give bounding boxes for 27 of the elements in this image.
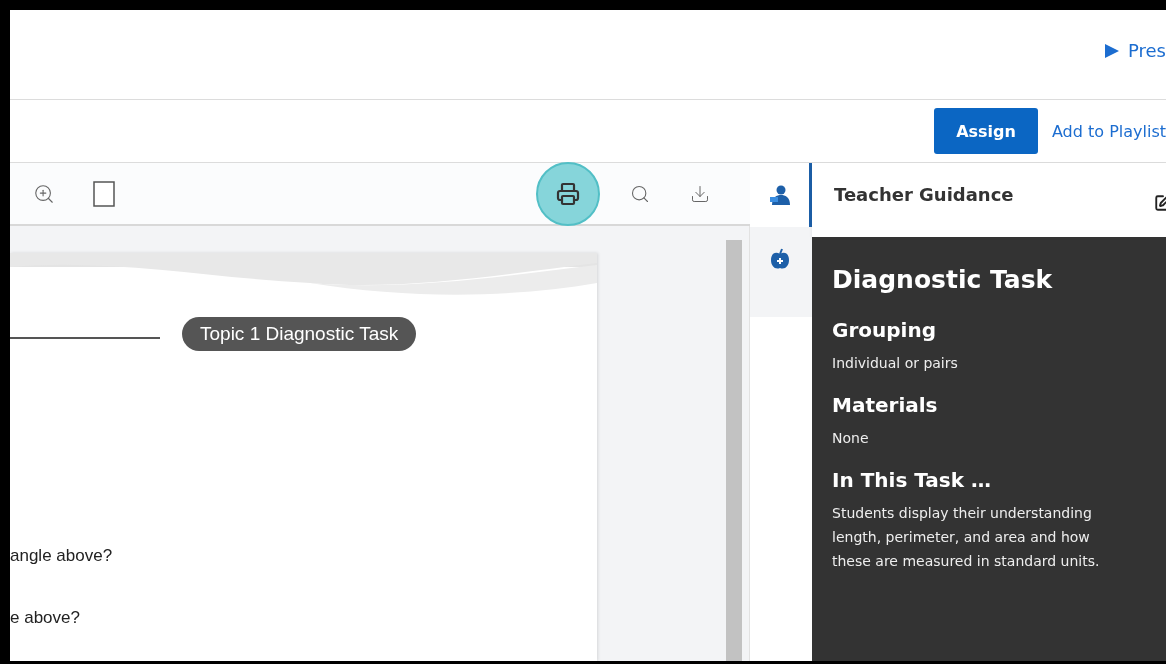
section-text: length, perimeter, and area and how bbox=[832, 528, 1091, 547]
section-heading: Grouping bbox=[832, 318, 937, 342]
document-title-tag: Topic 1 Diagnostic Task bbox=[182, 317, 417, 351]
section-heading: In This Task … bbox=[832, 468, 992, 492]
present-link-label[interactable]: Pres bbox=[1128, 40, 1166, 61]
teacher-tab[interactable] bbox=[750, 163, 812, 227]
apple-plus-icon bbox=[769, 248, 790, 270]
section-text: Individual or pairs bbox=[832, 354, 959, 373]
printer-icon bbox=[556, 181, 580, 206]
section-text: Students display their understanding bbox=[832, 504, 1093, 523]
teacher-icon bbox=[768, 185, 791, 205]
scrollbar-thumb[interactable] bbox=[726, 240, 742, 661]
search-icon bbox=[630, 183, 650, 204]
section-text: these are measured in standard units. bbox=[832, 552, 1101, 571]
guidance-heading: Diagnostic Task bbox=[832, 265, 1054, 294]
question-text: angle above? bbox=[10, 546, 114, 566]
assign-button[interactable]: Assign bbox=[934, 108, 1038, 154]
add-to-playlist-link[interactable]: Add to Playlist bbox=[1051, 121, 1166, 141]
present-link[interactable]: Pres bbox=[1104, 40, 1166, 61]
zoom-in-icon bbox=[33, 182, 55, 205]
play-icon bbox=[1104, 42, 1120, 59]
panel-title: Teacher Guidance bbox=[834, 183, 1014, 205]
section-text: None bbox=[832, 429, 870, 448]
question-text: e above? bbox=[10, 608, 81, 628]
page-icon bbox=[93, 180, 115, 207]
section-heading: Materials bbox=[832, 393, 939, 417]
download-icon bbox=[690, 183, 710, 204]
